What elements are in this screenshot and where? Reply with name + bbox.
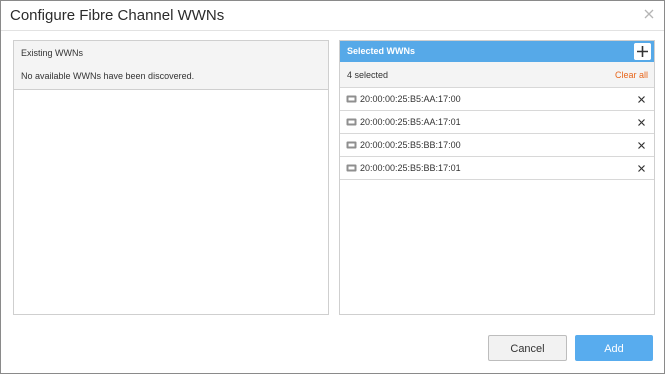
- add-wwn-plus-icon[interactable]: [634, 43, 651, 60]
- wwn-value: 20:00:00:25:B5:BB:17:00: [360, 140, 461, 150]
- remove-icon[interactable]: [638, 142, 645, 149]
- port-icon: [346, 95, 357, 103]
- existing-wwns-panel: Existing WWNs No available WWNs have bee…: [13, 40, 329, 315]
- wwn-value: 20:00:00:25:B5:AA:17:01: [360, 117, 461, 127]
- existing-wwns-header: Existing WWNs No available WWNs have bee…: [14, 41, 328, 90]
- selected-wwn-row: 20:00:00:25:B5:AA:17:01: [340, 111, 654, 134]
- remove-icon[interactable]: [638, 119, 645, 126]
- dialog-titlebar: Configure Fibre Channel WWNs: [1, 1, 664, 31]
- existing-wwns-title: Existing WWNs: [21, 48, 84, 58]
- remove-icon[interactable]: [638, 165, 645, 172]
- selected-count: 4 selected: [347, 70, 389, 80]
- port-icon: [346, 118, 357, 126]
- wwn-value: 20:00:00:25:B5:AA:17:00: [360, 94, 461, 104]
- cancel-button[interactable]: Cancel: [488, 335, 567, 361]
- add-button[interactable]: Add: [575, 335, 653, 361]
- selected-wwn-row: 20:00:00:25:B5:BB:17:01: [340, 157, 654, 180]
- selected-wwns-header: Selected WWNs: [340, 41, 654, 62]
- wwn-value: 20:00:00:25:B5:BB:17:01: [360, 163, 461, 173]
- selected-wwns-panel: Selected WWNs 4 selected Clear all 20:00…: [339, 40, 655, 315]
- close-icon[interactable]: [642, 7, 656, 21]
- configure-wwns-dialog: Configure Fibre Channel WWNs Existing WW…: [0, 0, 665, 374]
- clear-all-link[interactable]: Clear all: [615, 70, 648, 80]
- port-icon: [346, 141, 357, 149]
- remove-icon[interactable]: [638, 96, 645, 103]
- selected-wwns-title: Selected WWNs: [347, 46, 416, 56]
- selected-wwn-row: 20:00:00:25:B5:BB:17:00: [340, 134, 654, 157]
- selection-bar: 4 selected Clear all: [340, 62, 654, 88]
- dialog-title: Configure Fibre Channel WWNs: [10, 7, 225, 24]
- empty-message: No available WWNs have been discovered.: [21, 71, 195, 81]
- port-icon: [346, 164, 357, 172]
- selected-wwn-row: 20:00:00:25:B5:AA:17:00: [340, 88, 654, 111]
